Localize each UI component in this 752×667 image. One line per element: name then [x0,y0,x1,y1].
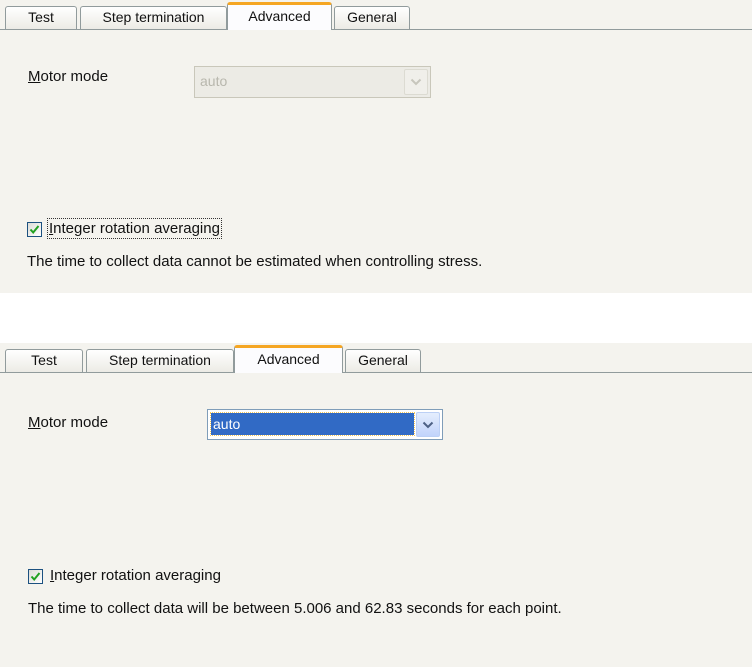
motor-mode-dropdown-button[interactable] [404,69,428,95]
motor-mode-value: auto [210,412,415,436]
checkmark-icon [29,225,40,235]
integer-rotation-label-text: nteger rotation averaging [53,220,220,237]
motor-mode-label-mnemonic: M [28,414,41,431]
motor-mode-select[interactable]: auto [194,66,431,98]
tab-bar: Test Step termination Advanced General [0,343,752,373]
collection-time-message: The time to collect data cannot be estim… [27,253,483,270]
checkmark-icon [30,572,41,582]
motor-mode-value: auto [200,73,228,89]
motor-mode-label: Motor mode [28,414,108,431]
tab-bar: Test Step termination Advanced General [0,0,752,30]
tab-general[interactable]: General [334,6,410,29]
settings-panel-time-estimate: Test Step termination Advanced General M… [0,343,752,667]
tab-general[interactable]: General [345,349,421,372]
integer-rotation-label[interactable]: Integer rotation averaging [50,567,221,584]
tab-advanced[interactable]: Advanced [234,345,343,373]
tab-bar-divider [0,372,752,373]
motor-mode-label: Motor mode [28,68,108,85]
integer-rotation-checkbox[interactable] [28,569,43,584]
tab-step-termination[interactable]: Step termination [86,349,234,372]
chevron-down-icon [410,78,422,86]
integer-rotation-label-text: nteger rotation averaging [54,567,221,584]
tab-test[interactable]: Test [5,349,83,372]
chevron-down-icon [422,421,434,428]
motor-mode-label-mnemonic: M [28,68,41,85]
tab-bar-divider [0,29,752,30]
motor-mode-dropdown-button[interactable] [416,412,440,437]
settings-panel-stress-control: Test Step termination Advanced General M… [0,0,752,293]
tab-step-termination[interactable]: Step termination [80,6,227,29]
integer-rotation-checkbox[interactable] [27,222,42,237]
collection-time-message: The time to collect data will be between… [28,600,562,617]
motor-mode-label-text: otor mode [40,68,109,85]
tab-test[interactable]: Test [5,6,77,29]
tab-advanced[interactable]: Advanced [227,2,332,30]
motor-mode-label-text: otor mode [40,414,109,431]
integer-rotation-label[interactable]: Integer rotation averaging [47,218,222,239]
motor-mode-select[interactable]: auto [207,409,443,440]
